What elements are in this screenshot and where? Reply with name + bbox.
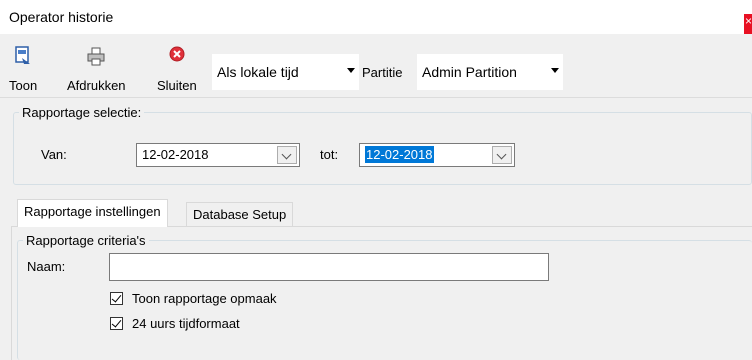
name-input[interactable]: [109, 253, 549, 281]
calendar-dropdown-icon[interactable]: [277, 146, 297, 164]
close-window-button[interactable]: ×: [744, 14, 752, 34]
report-icon: [15, 46, 31, 64]
tab-database-setup-label: Database Setup: [193, 207, 287, 222]
show-format-checkbox[interactable]: [110, 292, 123, 305]
from-label: Van:: [41, 147, 67, 162]
from-date-value: 12-02-2018: [142, 147, 209, 162]
partition-select[interactable]: Admin Partition: [417, 54, 563, 90]
time-mode-select[interactable]: Als lokale tijd: [212, 54, 359, 90]
title-bar: Operator historie: [0, 0, 752, 34]
to-date-value: 12-02-2018: [365, 146, 434, 163]
name-label: Naam:: [27, 259, 66, 274]
chevron-down-icon: [347, 68, 355, 73]
chevron-down-icon: [551, 68, 559, 73]
to-date-picker[interactable]: 12-02-2018: [359, 143, 515, 167]
close-circle-icon: [169, 46, 185, 62]
partition-value: Admin Partition: [422, 64, 517, 80]
close-report-button-label: Sluiten: [157, 78, 197, 93]
printer-icon: [87, 47, 105, 66]
calendar-dropdown-icon[interactable]: [492, 146, 512, 164]
time-mode-value: Als lokale tijd: [217, 64, 299, 80]
tab-report-settings-label: Rapportage instellingen: [24, 204, 161, 219]
24h-format-label: 24 uurs tijdformaat: [132, 316, 240, 331]
toolbar-divider: [0, 97, 752, 98]
partition-label: Partitie: [362, 65, 403, 80]
toolbar: Toon Afdrukken Sluiten Als lokale tijd P…: [0, 34, 752, 98]
to-label: tot:: [320, 147, 339, 162]
report-criteria-legend: Rapportage criteria's: [26, 233, 146, 248]
show-button-label: Toon: [9, 78, 38, 93]
tab-database-setup[interactable]: Database Setup: [186, 202, 294, 227]
tab-report-settings[interactable]: Rapportage instellingen: [17, 199, 168, 227]
from-date-picker[interactable]: 12-02-2018: [136, 143, 300, 167]
print-button[interactable]: Afdrukken: [67, 46, 126, 93]
close-report-button[interactable]: Sluiten: [157, 46, 197, 93]
report-selection-legend: Rapportage selectie:: [22, 105, 142, 120]
window-title: Operator historie: [9, 9, 114, 25]
show-format-label: Toon rapportage opmaak: [132, 291, 277, 306]
show-button[interactable]: Toon: [9, 46, 37, 93]
print-button-label: Afdrukken: [67, 78, 126, 93]
24h-format-checkbox[interactable]: [110, 317, 123, 330]
